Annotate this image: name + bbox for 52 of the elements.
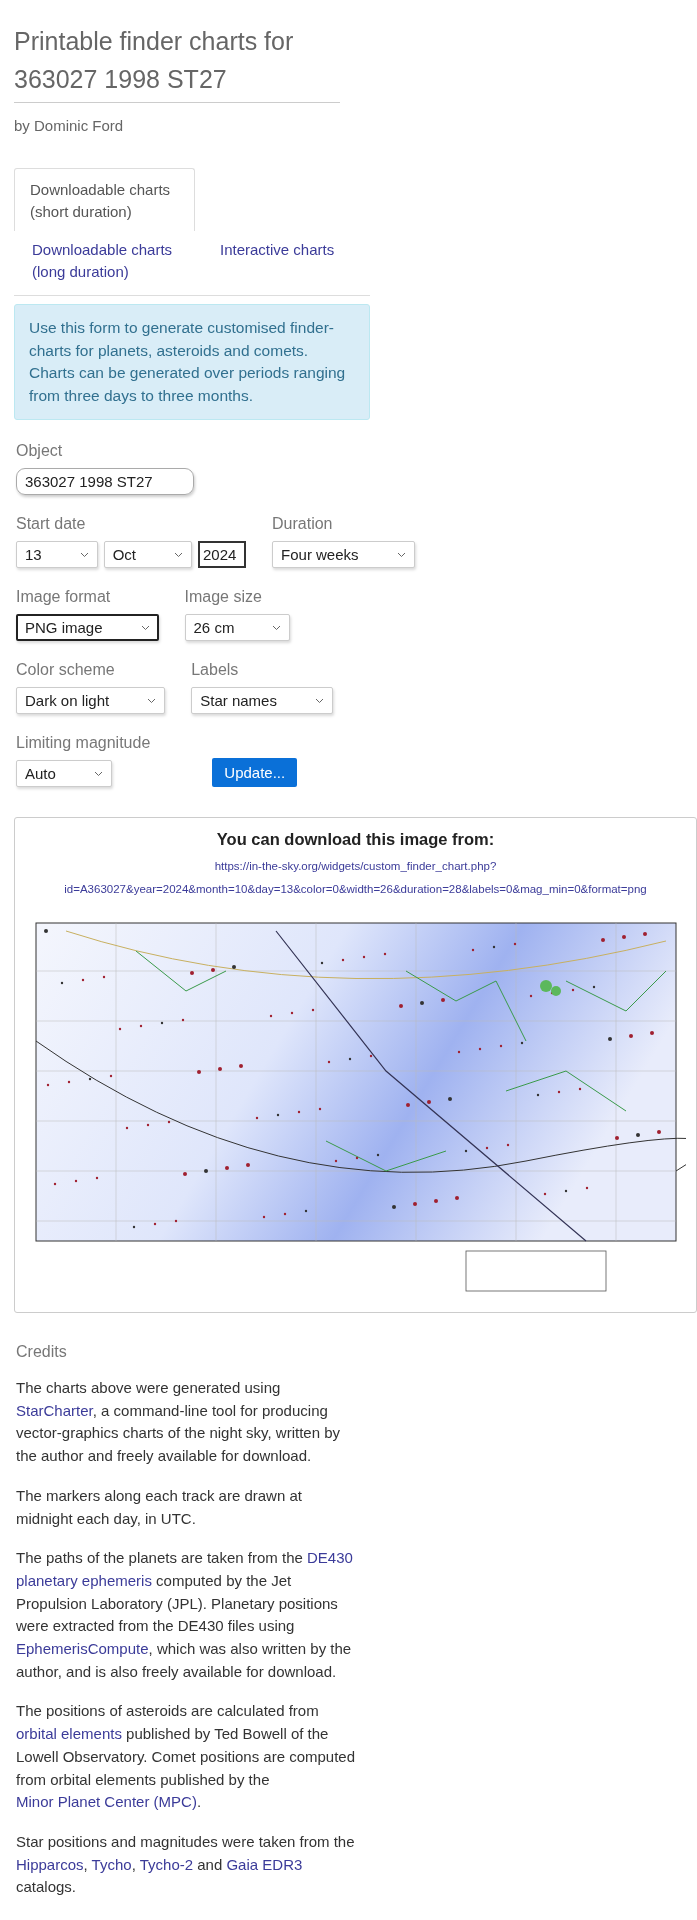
update-button[interactable]: Update...: [212, 758, 298, 787]
text-link[interactable]: DE430: [307, 1549, 353, 1567]
chevron-icon: [272, 624, 282, 631]
info-message: Use this form to generate customised finder-charts for planets, asteroids and comets. Charts can be generated over periods ranging from three days to three months.: [14, 304, 370, 420]
dropdown[interactable]: Star names: [191, 687, 333, 714]
text-link[interactable]: Hipparcos: [16, 1855, 84, 1873]
dropdown[interactable]: Oct: [103, 541, 193, 568]
text-link[interactable]: planetary ephemeris: [16, 1571, 152, 1589]
field-label: Start date: [16, 515, 87, 533]
credits-paragraph: The charts above were generated using StarCharter, a command-line tool for producing vector-graphics charts of the night sky, written by the author and freely available for download.: [16, 1378, 342, 1467]
field-label: Limiting magnitude: [16, 734, 151, 752]
text-link[interactable]: orbital elements: [16, 1725, 122, 1743]
credits-paragraph: Star positions and magnitudes were taken from the Hipparcos, Tycho, Tycho-2 and Gaia EDR3 catalogs.: [16, 1831, 356, 1898]
field-label: Image format: [16, 588, 112, 606]
field-label: Color scheme: [16, 661, 116, 679]
chevron-icon: [79, 551, 89, 558]
chevron-icon: [140, 624, 150, 631]
dropdown[interactable]: 13: [16, 541, 98, 568]
text-link[interactable]: Tycho: [91, 1855, 132, 1873]
field-label: Image size: [184, 588, 263, 606]
chevron-icon: [147, 697, 157, 704]
dropdown[interactable]: Four weeks: [272, 541, 415, 568]
chevron-icon: [396, 551, 406, 558]
credits-paragraph: The markers along each track are drawn at midnight each day, in UTC.: [16, 1485, 303, 1529]
text-link[interactable]: Gaia EDR3: [226, 1855, 303, 1873]
field-label: Object: [16, 442, 64, 460]
dropdown[interactable]: 26 cm: [184, 614, 291, 641]
download-heading: You can download this image from:: [216, 830, 495, 849]
dropdown[interactable]: Dark on light: [16, 687, 166, 714]
dropdown[interactable]: PNG image: [16, 614, 159, 641]
text-link[interactable]: EphemerisCompute: [16, 1640, 149, 1658]
download-link[interactable]: https://in-the-sky.org/widgets/custom_finder_chart.php?id=A363027&year=2024&month=10&day=13&color=0&width=26&duration=28&labels=0&mag_min=0&format=png: [19, 855, 692, 901]
credits-heading: Credits: [16, 1343, 68, 1361]
text-link[interactable]: StarCharter: [16, 1401, 93, 1419]
dropdown[interactable]: Auto: [16, 760, 112, 787]
tab[interactable]: Interactive charts: [202, 235, 353, 287]
chevron-icon: [174, 551, 184, 558]
byline: by Dominic Ford: [14, 117, 125, 134]
chevron-icon: [314, 697, 324, 704]
text-link[interactable]: Tycho-2: [139, 1855, 194, 1873]
tab[interactable]: Downloadable charts (long duration): [14, 235, 202, 287]
object-field[interactable]: 363027 1998 ST27: [16, 468, 194, 495]
year-field[interactable]: 2024: [198, 541, 247, 568]
text-link[interactable]: Minor Planet Center (MPC): [16, 1793, 197, 1811]
cluster-dots: [539, 980, 561, 996]
credits-paragraph: The positions of asteroids are calculated from orbital elements published by Ted Bowell of the Lowell Observatory. Comet positions are computed from orbital elements published by the Minor Planet Center (MPC).: [16, 1701, 357, 1813]
field-label: Duration: [272, 515, 334, 533]
chevron-icon: [93, 770, 103, 777]
credits-paragraph: The paths of the planets are taken from the DE430 planetary ephemeris computed by the Jet Propulsion Laboratory (JPL). Planetary positions were extracted from the DE430 files using EphemerisCompute, which was also written by the author, and is also freely available for download.: [16, 1548, 354, 1682]
tab[interactable]: Downloadable charts (short duration): [14, 168, 195, 231]
page-title: Printable finder charts for 363027 1998 ST27: [14, 22, 340, 103]
field-label: Labels: [191, 661, 240, 679]
